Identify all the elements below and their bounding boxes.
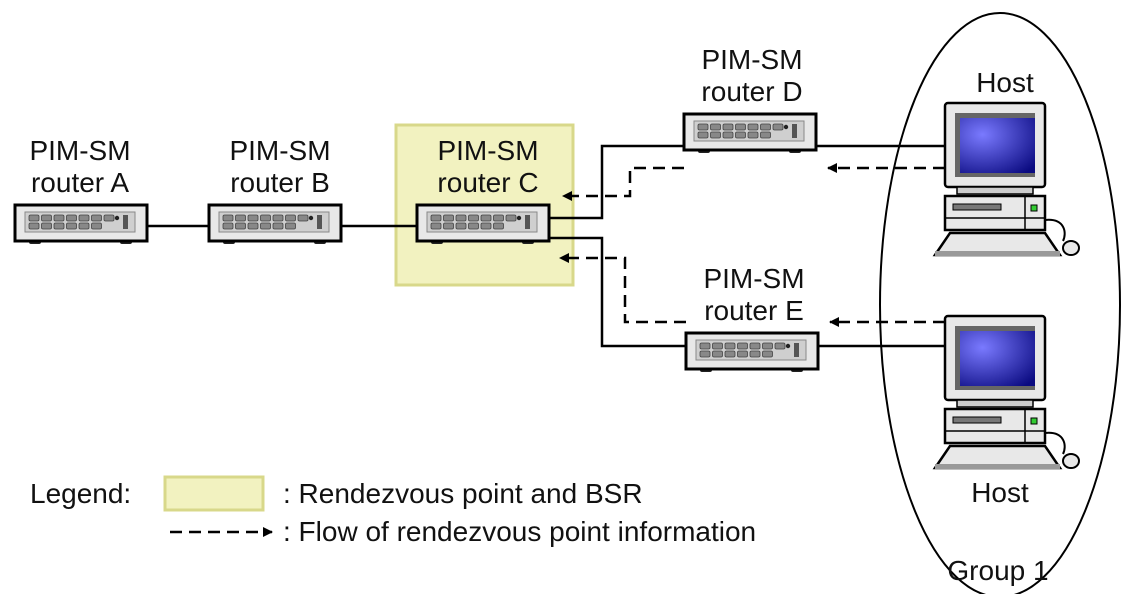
router-c: PIM-SMrouter C — [415, 135, 551, 244]
router-label-line2: router B — [230, 167, 330, 198]
router-e: PIM-SMrouter E — [684, 263, 820, 372]
router-label-line2: router E — [704, 295, 804, 326]
router-icon — [682, 112, 818, 153]
router-d: PIM-SMrouter D — [682, 44, 818, 153]
router-label-line1: PIM-SM — [703, 263, 804, 294]
router-icon — [415, 203, 551, 244]
router-icon — [684, 331, 820, 372]
legend-flow-text: : Flow of rendezvous point information — [283, 516, 756, 547]
router-label-line2: router A — [31, 167, 129, 198]
routers: PIM-SMrouter APIM-SMrouter BPIM-SMrouter… — [13, 44, 820, 372]
flow-e-to-c — [559, 253, 686, 324]
router-a: PIM-SMrouter A — [13, 135, 149, 244]
computer-icon — [932, 101, 1080, 257]
router-label-line1: PIM-SM — [229, 135, 330, 166]
router-label-line1: PIM-SM — [29, 135, 130, 166]
router-icon — [207, 203, 343, 244]
legend-rp-swatch — [163, 475, 265, 512]
legend: Legend: : Rendezvous point and BSR : Flo… — [30, 475, 756, 547]
host: Host — [932, 67, 1080, 257]
router-label-line1: PIM-SM — [437, 135, 538, 166]
router-b: PIM-SMrouter B — [207, 135, 343, 244]
router-label-line2: router C — [437, 167, 538, 198]
host: Host — [932, 314, 1080, 508]
router-icon — [13, 203, 149, 244]
flow-d-to-c — [562, 166, 684, 201]
hosts: Host Host — [932, 67, 1080, 508]
router-label-line2: router D — [701, 76, 802, 107]
group-label: Group 1 — [947, 555, 1048, 586]
legend-rp-text: : Rendezvous point and BSR — [283, 478, 643, 509]
host-label: Host — [971, 477, 1029, 508]
legend-title: Legend: — [30, 478, 131, 509]
pim-sm-diagram: PIM-SM router A PIM-SM router B PIM-SM router… — [0, 0, 1125, 594]
computer-icon — [932, 314, 1080, 470]
router-label-line1: PIM-SM — [701, 44, 802, 75]
host-label: Host — [976, 67, 1034, 98]
